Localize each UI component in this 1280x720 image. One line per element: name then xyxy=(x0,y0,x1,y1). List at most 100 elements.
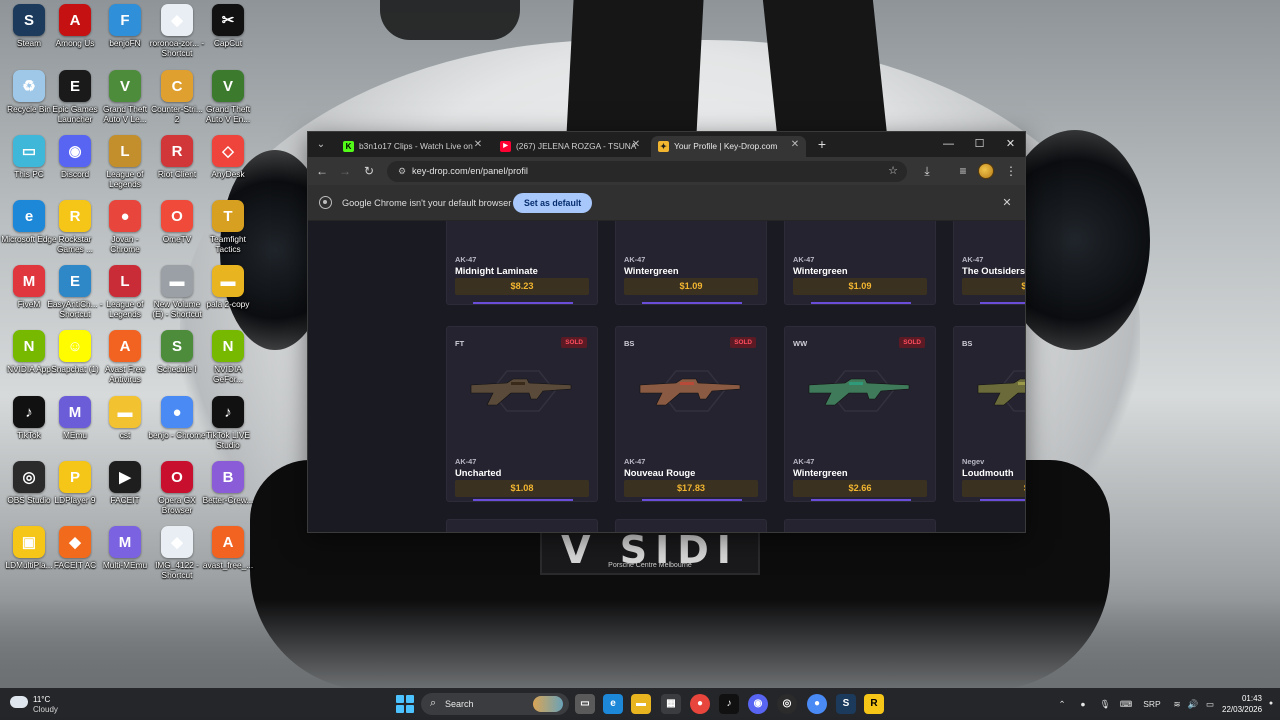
item-price[interactable]: $1.09 xyxy=(624,278,758,295)
tray-overflow-icon[interactable]: ⌃ xyxy=(1056,688,1068,720)
rockstar-icon[interactable]: R xyxy=(864,694,884,714)
close-tab-icon[interactable]: ✕ xyxy=(629,136,643,154)
desktop-shortcut[interactable]: ◆ IMG_4122 - Shortcut xyxy=(148,526,206,580)
epic-games-icon: E xyxy=(59,70,91,102)
tab-keydrop[interactable]: ✦ Your Profile | Key-Drop.com xyxy=(651,136,806,157)
inventory-card[interactable]: AK-47The Outsiders $12 xyxy=(953,221,1025,305)
rarity-bar xyxy=(642,302,742,304)
back-icon[interactable]: ← xyxy=(313,162,331,180)
obs-icon[interactable]: ◎ xyxy=(777,694,797,714)
desktop-shortcut[interactable]: V Grand Theft Auto V En... xyxy=(199,70,257,124)
desktop-shortcut[interactable]: ▶ FACEIT xyxy=(96,461,154,506)
microsoft-store-icon[interactable]: ▦ xyxy=(661,694,681,714)
start-button[interactable] xyxy=(396,695,414,713)
item-price[interactable]: $1.09 xyxy=(793,278,927,295)
tab-youtube[interactable]: ▶ (267) JELENA ROZGA - TSUNA xyxy=(493,136,643,157)
file-explorer-icon[interactable]: ▬ xyxy=(631,694,651,714)
task-view-icon[interactable]: ▭ xyxy=(575,694,595,714)
item-price[interactable]: $1 xyxy=(962,480,1025,497)
menu-icon[interactable]: ⋮ xyxy=(1002,162,1020,180)
desktop-shortcut[interactable]: Aavast_free_... xyxy=(199,526,257,571)
desktop-shortcut[interactable]: R Riot Client xyxy=(148,135,206,180)
nvidia-icon: N xyxy=(13,330,45,362)
desktop-shortcut[interactable]: O Opera GX Browser xyxy=(148,461,206,515)
tab-kick[interactable]: K b3n1o17 Clips - Watch Live on xyxy=(336,136,486,157)
site-info-icon[interactable]: ⚙ xyxy=(395,164,409,178)
desktop-shortcut[interactable]: ◇ AnyDesk xyxy=(199,135,257,180)
desktop-shortcut[interactable]: B Better-Crew... xyxy=(199,461,257,506)
bookmark-star-icon[interactable]: ☆ xyxy=(885,163,901,179)
notification-icon[interactable]: ● xyxy=(1266,688,1276,720)
close-window-icon[interactable]: ✕ xyxy=(995,132,1025,157)
forward-icon[interactable]: → xyxy=(336,162,354,180)
language-indicator[interactable]: SRP xyxy=(1140,688,1164,720)
desktop-shortcut[interactable]: ✂ CapCut xyxy=(199,4,257,49)
new-tab-icon[interactable]: + xyxy=(813,135,831,153)
desktop-shortcut[interactable]: L League of Legends xyxy=(96,135,154,189)
inventory-card[interactable]: AK-47 Wintergreen $1.09 xyxy=(615,221,767,305)
nvidia-tray-icon[interactable]: ● xyxy=(1076,688,1090,720)
volume-icon[interactable]: 🔊 xyxy=(1186,688,1200,720)
profile-avatar[interactable] xyxy=(978,163,994,179)
inventory-card[interactable] xyxy=(615,519,767,532)
tab-search-icon[interactable]: ⌄ xyxy=(312,136,330,154)
close-tab-icon[interactable]: ✕ xyxy=(471,136,485,154)
inventory-card[interactable]: WW SOLD AK-47 Wintergreen $2.66 xyxy=(784,326,936,502)
desktop-shortcut[interactable]: ● benjo - Chrome xyxy=(148,396,206,441)
desktop-shortcut[interactable]: FbenjoFN xyxy=(96,4,154,49)
set-default-button[interactable]: Set as default xyxy=(513,193,593,213)
maximize-icon[interactable]: ☐ xyxy=(964,132,995,157)
minimize-icon[interactable]: — xyxy=(933,132,964,157)
desktop-shortcut[interactable]: ● Jovan - Chrome xyxy=(96,200,154,254)
desktop-shortcut[interactable]: T Teamfight Tactics xyxy=(199,200,257,254)
inventory-card[interactable] xyxy=(784,519,936,532)
image-file-icon: ◆ xyxy=(161,526,193,558)
item-price[interactable]: $12 xyxy=(962,278,1025,295)
desktop-shortcut-label: pala 2-copy xyxy=(206,299,250,309)
edge-icon[interactable]: e xyxy=(603,694,623,714)
reload-icon[interactable]: ↻ xyxy=(360,162,378,180)
tiktok-icon[interactable]: ♪ xyxy=(719,694,739,714)
item-price[interactable]: $1.08 xyxy=(455,480,589,497)
desktop-shortcut[interactable]: O OmeTV xyxy=(148,200,206,245)
inventory-card[interactable]: BS NegevLoudmouth $1 xyxy=(953,326,1025,502)
discord-icon[interactable]: ◉ xyxy=(748,694,768,714)
desktop-shortcut[interactable]: ◆ roronoa-zor... - Shortcut xyxy=(148,4,206,58)
download-icon[interactable]: ⤓ xyxy=(918,162,936,180)
taskbar-search[interactable]: ⌕ Search xyxy=(421,693,569,715)
desktop-shortcut[interactable]: S Schedule I xyxy=(148,330,206,375)
url-text[interactable]: key-drop.com/en/panel/profil xyxy=(412,161,528,182)
inventory-card[interactable]: BS SOLD AK-47 Nouveau Rouge $17.83 xyxy=(615,326,767,502)
item-price[interactable]: $2.66 xyxy=(793,480,927,497)
chrome-icon[interactable]: ● xyxy=(690,694,710,714)
media-controls-icon[interactable]: ≡ xyxy=(954,162,972,180)
inventory-card[interactable]: AK-47 Midnight Laminate $8.23 xyxy=(446,221,598,305)
keyboard-icon[interactable]: ⌨ xyxy=(1118,688,1134,720)
address-bar[interactable]: ⚙ key-drop.com/en/panel/profil ☆ xyxy=(387,161,907,182)
desktop-shortcut[interactable]: A Avast Free Antivirus xyxy=(96,330,154,384)
desktop-shortcut[interactable]: M Multi-MEmu xyxy=(96,526,154,571)
close-tab-icon[interactable]: ✕ xyxy=(788,136,802,154)
inventory-card[interactable]: FT SOLD AK-47 Uncharted $1.08 xyxy=(446,326,598,502)
inventory-card[interactable] xyxy=(446,519,598,532)
desktop-shortcut[interactable]: V Grand Theft Auto V Le... xyxy=(96,70,154,124)
clock[interactable]: 01:43 22/03/2026 xyxy=(1222,693,1262,715)
desktop-shortcut[interactable]: N NVIDIA GeFor... xyxy=(199,330,257,384)
battery-icon[interactable]: ▭ xyxy=(1203,688,1217,720)
steam-icon[interactable]: S xyxy=(836,694,856,714)
item-price[interactable]: $8.23 xyxy=(455,278,589,295)
chrome-active-icon[interactable]: ● xyxy=(807,694,827,714)
close-infobar-icon[interactable]: ✕ xyxy=(999,195,1015,211)
desktop-shortcut[interactable]: L League of Legends xyxy=(96,265,154,319)
item-price[interactable]: $17.83 xyxy=(624,480,758,497)
desktop-shortcut[interactable]: ▬ pala 2-copy xyxy=(199,265,257,310)
desktop-shortcut[interactable]: ▬ New Volume (E) - Shortcut xyxy=(148,265,206,319)
desktop-shortcut[interactable]: ▬ cst xyxy=(96,396,154,441)
desktop-shortcut[interactable]: ♪ TikTok LIVE Studio xyxy=(199,396,257,450)
weapon-name: AK-47 xyxy=(455,457,477,466)
inventory-card[interactable]: AK-47 Wintergreen $1.09 xyxy=(784,221,936,305)
microphone-icon[interactable]: 🎙 xyxy=(1098,688,1112,720)
gta-icon: V xyxy=(109,70,141,102)
desktop-shortcut[interactable]: C Counter-Stri... 2 xyxy=(148,70,206,124)
wifi-icon[interactable]: ≋ xyxy=(1170,688,1184,720)
